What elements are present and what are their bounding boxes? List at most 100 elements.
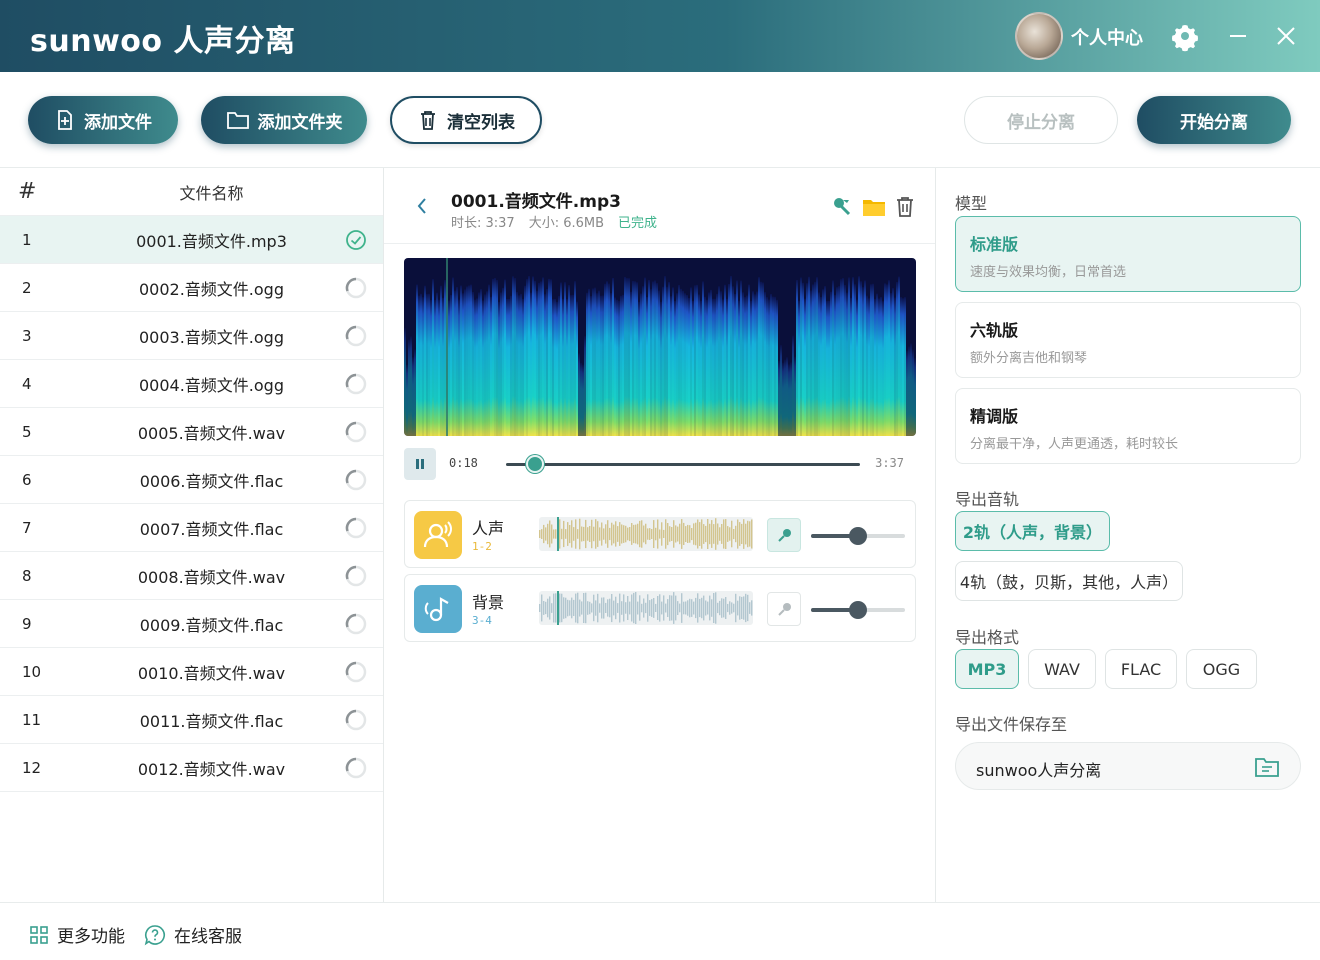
track-option-4[interactable]: 4轨（鼓，贝斯，其他，人声） [955, 561, 1183, 601]
help-chat-icon [144, 924, 166, 945]
loading-spinner-icon [345, 325, 367, 347]
stop-split-button[interactable]: 停止分离 [964, 96, 1118, 144]
folder-icon [226, 112, 249, 129]
column-number: # [18, 179, 37, 204]
model-title: 精调版 [970, 407, 1019, 426]
file-plus-icon [58, 110, 72, 130]
spectrogram[interactable] [404, 258, 916, 436]
pin-icon [778, 603, 791, 616]
file-row-number: 3 [22, 326, 32, 345]
file-row[interactable]: 5 0005.音频文件.wav [0, 408, 383, 456]
back-chevron-icon[interactable] [414, 196, 430, 216]
file-row[interactable]: 10 0010.音频文件.wav [0, 648, 383, 696]
format-option-wav[interactable]: WAV [1028, 649, 1096, 689]
tracks-section-title: 导出音轨 [955, 490, 1020, 509]
track-option-2[interactable]: 2轨（人声，背景） [955, 511, 1110, 551]
vocal-volume-slider[interactable] [811, 527, 905, 545]
file-row-name: 0012.音频文件.wav [137, 759, 286, 779]
stem-name: 人声 [472, 519, 505, 538]
file-row-name: 0006.音频文件.flac [139, 471, 284, 491]
gear-icon[interactable] [1169, 20, 1201, 52]
vocal-waveform[interactable] [539, 517, 753, 551]
file-row[interactable]: 8 0008.音频文件.wav [0, 552, 383, 600]
file-row[interactable]: 9 0009.音频文件.flac [0, 600, 383, 648]
seek-handle[interactable] [526, 455, 545, 473]
file-row-name: 0004.音频文件.ogg [139, 375, 284, 395]
file-row[interactable]: 12 0012.音频文件.wav [0, 744, 383, 792]
add-folder-button[interactable]: 添加文件夹 [201, 96, 367, 144]
folder-browse-icon[interactable] [1254, 755, 1280, 779]
model-title: 六轨版 [970, 321, 1019, 340]
volume-handle[interactable] [849, 601, 867, 619]
user-center-link[interactable]: 个人中心 [1071, 24, 1143, 50]
file-row-name: 0010.音频文件.wav [137, 663, 286, 683]
file-list: # 文件名称 1 0001.音频文件.mp3 2 0002.音频文件.ogg 3 0003… [0, 168, 384, 902]
model-option-standard[interactable]: 标准版 速度与效果均衡，日常首选 [955, 216, 1301, 292]
settings-panel: 模型 标准版 速度与效果均衡，日常首选 六轨版 额外分离吉他和钢琴 精调版 分离… [936, 168, 1320, 902]
vocal-icon [414, 511, 462, 559]
background-volume-slider[interactable] [811, 601, 905, 619]
file-row[interactable]: 3 0003.音频文件.ogg [0, 312, 383, 360]
file-row-name: 0011.音频文件.flac [139, 711, 284, 731]
add-file-label: 添加文件 [84, 112, 152, 133]
detail-header: 0001.音频文件.mp3 时长: 3:37 大小: 6.6MB 已完成 [384, 168, 935, 244]
toolbar: 添加文件 添加文件夹 清空列表 停止分离 开始分离 [0, 72, 1320, 168]
file-row-name: 0003.音频文件.ogg [139, 327, 284, 347]
column-filename: 文件名称 [179, 183, 244, 203]
detail-meta: 时长: 3:37 大小: 6.6MB 已完成 [451, 212, 657, 231]
file-row-name: 0002.音频文件.ogg [139, 279, 284, 299]
pause-button[interactable] [404, 448, 436, 480]
online-service-label: 在线客服 [174, 927, 242, 947]
detail-title: 0001.音频文件.mp3 [451, 192, 621, 212]
format-option-mp3[interactable]: MP3 [955, 649, 1019, 689]
avatar[interactable] [1015, 12, 1063, 60]
delete-icon[interactable] [893, 195, 917, 219]
file-row-name: 0007.音频文件.flac [139, 519, 284, 539]
background-waveform[interactable] [539, 591, 753, 625]
file-row[interactable]: 4 0004.音频文件.ogg [0, 360, 383, 408]
title-bar: sunwoo 人声分离 个人中心 [0, 0, 1320, 72]
file-row[interactable]: 7 0007.音频文件.flac [0, 504, 383, 552]
pin-icon[interactable] [830, 195, 854, 219]
save-path-value: sunwoo人声分离 [976, 761, 1102, 780]
file-row[interactable]: 6 0006.音频文件.flac [0, 456, 383, 504]
model-option-fine-tuned[interactable]: 精调版 分离最干净，人声更通透，耗时较长 [955, 388, 1301, 464]
file-row[interactable]: 1 0001.音频文件.mp3 [0, 216, 383, 264]
stem-name: 背景 [472, 593, 505, 612]
volume-handle[interactable] [849, 527, 867, 545]
detail-panel: 0001.音频文件.mp3 时长: 3:37 大小: 6.6MB 已完成 0:1… [384, 168, 936, 902]
save-section-title: 导出文件保存至 [955, 715, 1068, 734]
check-circle-icon [346, 230, 366, 250]
stem-row-vocal: 人声 1-2 [404, 500, 916, 568]
file-row-name: 0008.音频文件.wav [137, 567, 286, 587]
stem-channels: 1-2 [472, 540, 492, 553]
save-path-field[interactable]: sunwoo人声分离 [955, 742, 1301, 790]
model-title: 标准版 [970, 235, 1019, 254]
model-desc: 分离最干净，人声更通透，耗时较长 [970, 437, 1179, 452]
folder-open-icon[interactable] [862, 195, 886, 219]
clear-list-button[interactable]: 清空列表 [390, 96, 542, 144]
file-row-number: 11 [22, 710, 42, 729]
file-row-name: 0009.音频文件.flac [139, 615, 284, 635]
add-file-button[interactable]: 添加文件 [28, 96, 178, 144]
format-option-ogg[interactable]: OGG [1186, 649, 1257, 689]
more-features-label: 更多功能 [57, 927, 125, 947]
background-pin-button[interactable] [767, 592, 801, 626]
add-folder-label: 添加文件夹 [257, 112, 343, 133]
online-service-link[interactable]: 在线客服 [144, 922, 242, 947]
seek-track[interactable] [506, 463, 860, 466]
current-time: 0:18 [449, 456, 478, 470]
close-icon[interactable] [1270, 20, 1302, 52]
loading-spinner-icon [345, 517, 367, 539]
model-option-six-track[interactable]: 六轨版 额外分离吉他和钢琴 [955, 302, 1301, 378]
file-row[interactable]: 11 0011.音频文件.flac [0, 696, 383, 744]
file-row[interactable]: 2 0002.音频文件.ogg [0, 264, 383, 312]
file-row-name: 0001.音频文件.mp3 [136, 231, 287, 251]
loading-spinner-icon [345, 709, 367, 731]
minimize-icon[interactable] [1222, 20, 1254, 52]
more-features-link[interactable]: 更多功能 [29, 922, 125, 947]
vocal-pin-button[interactable] [767, 518, 801, 552]
format-option-flac[interactable]: FLAC [1105, 649, 1177, 689]
start-split-button[interactable]: 开始分离 [1137, 96, 1291, 144]
file-row-number: 1 [22, 230, 32, 249]
